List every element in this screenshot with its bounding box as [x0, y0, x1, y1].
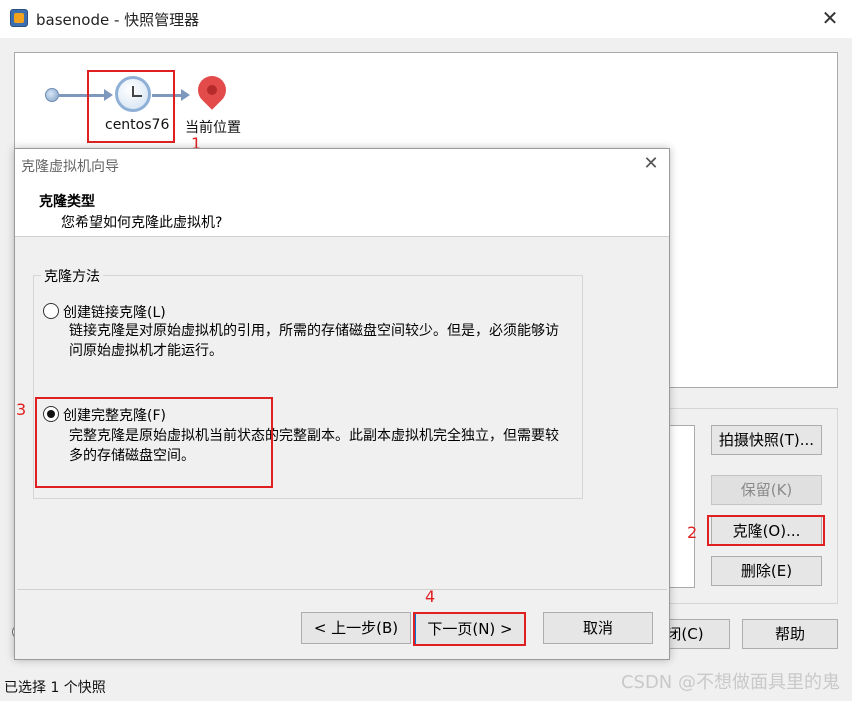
back-button[interactable]: < 上一步(B) — [301, 612, 411, 644]
linked-clone-description: 链接克隆是对原始虚拟机的引用，所需的存储磁盘空间较少。但是，必须能够访问原始虚拟… — [69, 323, 559, 359]
annotation-number-4: 4 — [425, 587, 436, 606]
clone-method-label: 克隆方法 — [41, 266, 103, 286]
annotation-number-2: 2 — [687, 523, 698, 542]
close-icon[interactable]: ✕ — [639, 152, 663, 176]
watermark: CSDN @不想做面具里的鬼 — [620, 672, 840, 693]
wizard-header-title: 克隆类型 — [39, 194, 95, 210]
wizard-footer-separator — [17, 589, 667, 590]
main-titlebar: basenode - 快照管理器 ✕ — [0, 0, 852, 38]
vmware-icon — [10, 9, 28, 27]
wizard-header: 克隆类型 您希望如何克隆此虚拟机? — [15, 179, 669, 237]
help-button[interactable]: 帮助 — [742, 619, 838, 649]
window-title: basenode - 快照管理器 — [36, 11, 200, 29]
annotation-number-3: 3 — [16, 400, 27, 419]
start-node-icon — [45, 88, 59, 102]
clone-wizard-dialog: 克隆虚拟机向导 ✕ 克隆类型 您希望如何克隆此虚拟机? 克隆方法 创建链接克隆(… — [14, 148, 670, 660]
keep-button[interactable]: 保留(K) — [711, 475, 822, 505]
linked-clone-radio[interactable] — [43, 303, 59, 319]
linked-clone-label[interactable]: 创建链接克隆(L) — [63, 302, 166, 322]
cancel-button[interactable]: 取消 — [543, 612, 653, 644]
wizard-titlebar: 克隆虚拟机向导 ✕ — [15, 149, 669, 179]
take-snapshot-button[interactable]: 拍摄快照(T)... — [711, 425, 822, 455]
delete-button[interactable]: 删除(E) — [711, 556, 822, 586]
arrow-icon — [181, 89, 190, 101]
wizard-header-subtitle: 您希望如何克隆此虚拟机? — [61, 215, 223, 231]
annotation-box-2 — [707, 515, 825, 546]
annotation-box-3 — [35, 397, 273, 488]
annotation-box-4 — [413, 612, 526, 646]
close-icon[interactable]: ✕ — [817, 5, 843, 31]
wizard-title: 克隆虚拟机向导 — [21, 159, 119, 175]
annotation-box-1 — [87, 70, 175, 143]
